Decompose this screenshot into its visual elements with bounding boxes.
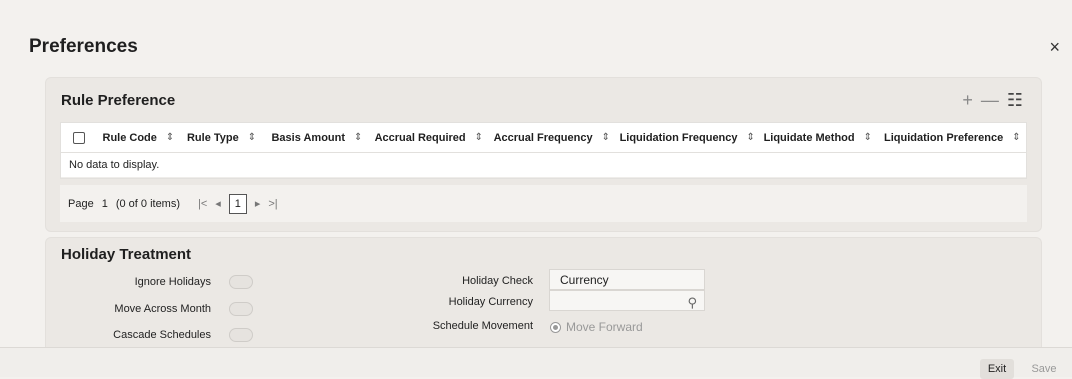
last-page-icon[interactable]: >| (268, 198, 277, 210)
cascade-schedules-label: Cascade Schedules (113, 329, 211, 341)
first-page-icon[interactable]: |< (198, 198, 207, 210)
move-forward-radio[interactable] (550, 322, 561, 333)
next-page-icon[interactable]: ▸ (255, 197, 261, 210)
sort-icon[interactable]: ⇕ (864, 132, 872, 143)
rule-preference-panel: Rule Preference + — ☷ Rule Code ⇕ Rule Ty… (45, 77, 1042, 232)
column-label: Liquidate Method (763, 131, 855, 144)
remove-icon[interactable]: — (981, 91, 999, 109)
sort-icon[interactable]: ⇕ (747, 132, 755, 143)
column-basis-amount[interactable]: Basis Amount ⇕ (265, 123, 368, 152)
sort-icon[interactable]: ⇕ (1012, 132, 1020, 143)
save-button[interactable]: Save (1028, 359, 1060, 379)
table-toolbar: + — ☷ (962, 91, 1023, 109)
holiday-check-label: Holiday Check (462, 275, 533, 287)
rule-preference-title: Rule Preference (61, 92, 176, 109)
column-rule-type[interactable]: Rule Type ⇕ (181, 123, 265, 152)
holiday-currency-field[interactable]: ⚲ (549, 290, 705, 311)
rule-preference-table: Rule Code ⇕ Rule Type ⇕ Basis Amount ⇕ Accr… (60, 122, 1027, 179)
column-liquidation-frequency[interactable]: Liquidation Frequency ⇕ (614, 123, 758, 152)
holiday-currency-label: Holiday Currency (448, 296, 533, 308)
ignore-holidays-toggle[interactable] (229, 275, 253, 289)
move-forward-label: Move Forward (566, 320, 643, 334)
items-count: (0 of 0 items) (115, 197, 181, 210)
sort-icon[interactable]: ⇕ (602, 132, 610, 143)
column-label: Liquidation Frequency (619, 131, 738, 144)
columns-icon[interactable]: ☷ (1007, 91, 1023, 109)
select-all-cell (61, 123, 97, 152)
column-label: Rule Type (186, 131, 239, 144)
page-input[interactable]: 1 (94, 198, 116, 210)
column-label: Rule Code (102, 131, 157, 144)
column-accrual-frequency[interactable]: Accrual Frequency ⇕ (488, 123, 614, 152)
column-liquidation-preference[interactable]: Liquidation Preference ⇕ (878, 123, 1026, 152)
page-label: Page (68, 197, 94, 210)
column-label: Accrual Frequency (493, 131, 593, 144)
pagination: Page 1 (0 of 0 items) |< ◂ 1 ▸ >| (60, 185, 1027, 222)
select-all-checkbox[interactable] (72, 131, 85, 144)
close-icon[interactable]: × (1049, 38, 1060, 56)
page-title: Preferences (29, 36, 138, 57)
column-label: Liquidation Preference (884, 131, 1004, 144)
column-label: Accrual Required (374, 131, 466, 144)
footer-bar: Exit Save (0, 347, 1072, 379)
move-across-month-label: Move Across Month (114, 303, 211, 315)
current-page-button[interactable]: 1 (228, 193, 247, 214)
sort-icon[interactable]: ⇕ (166, 132, 174, 143)
column-rule-code[interactable]: Rule Code ⇕ (97, 123, 181, 152)
add-icon[interactable]: + (962, 91, 973, 109)
column-label: Basis Amount (271, 131, 346, 144)
exit-button[interactable]: Exit (980, 359, 1014, 379)
prev-page-icon[interactable]: ◂ (215, 197, 221, 210)
holiday-treatment-title: Holiday Treatment (61, 246, 192, 263)
move-across-month-toggle[interactable] (229, 302, 253, 316)
sort-icon[interactable]: ⇕ (354, 132, 362, 143)
column-liquidate-method[interactable]: Liquidate Method ⇕ (758, 123, 878, 152)
sort-icon[interactable]: ⇕ (248, 132, 256, 143)
empty-message: No data to display. (61, 153, 1026, 178)
holiday-check-field[interactable]: Currency (549, 269, 705, 290)
table-header: Rule Code ⇕ Rule Type ⇕ Basis Amount ⇕ Accr… (61, 123, 1026, 153)
schedule-movement-label: Schedule Movement (432, 320, 533, 332)
ignore-holidays-label: Ignore Holidays (134, 276, 211, 288)
search-icon[interactable]: ⚲ (687, 293, 697, 313)
sort-icon[interactable]: ⇕ (475, 132, 483, 143)
cascade-schedules-toggle[interactable] (229, 328, 253, 342)
column-accrual-required[interactable]: Accrual Required ⇕ (369, 123, 488, 152)
